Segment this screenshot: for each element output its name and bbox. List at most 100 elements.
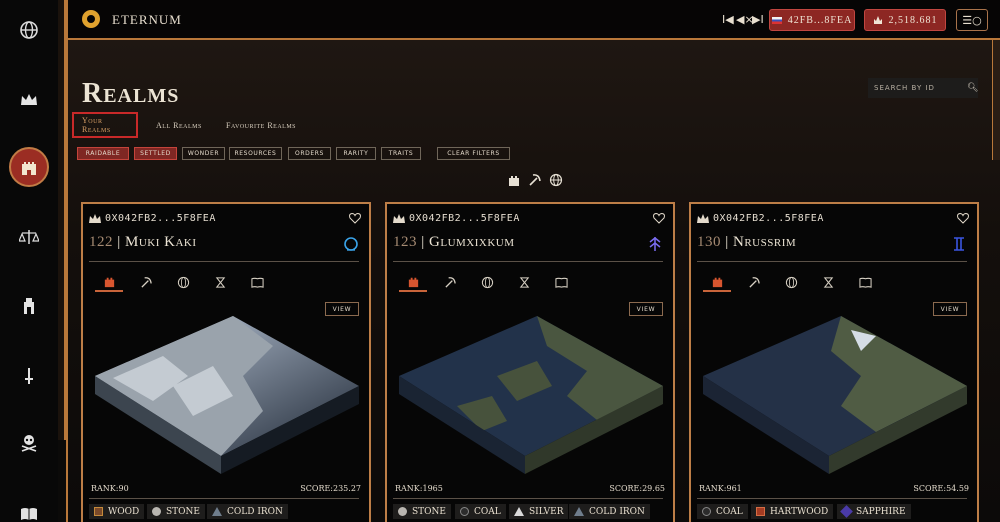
- castle-icon: [22, 162, 36, 175]
- main-scrollbar[interactable]: [992, 40, 1000, 160]
- castle-view-icon[interactable]: [507, 173, 521, 187]
- realm-id: 123: [393, 234, 417, 250]
- view-button[interactable]: VIEW: [933, 302, 967, 316]
- resource-label: COLD IRON: [227, 506, 283, 517]
- sidebar-item-bank[interactable]: [9, 217, 49, 257]
- sidebar-item-buildings[interactable]: [9, 286, 49, 326]
- filter-settled[interactable]: SETTLED: [134, 147, 177, 160]
- book-icon: [21, 508, 37, 520]
- favourite-heart-icon[interactable]: [957, 212, 969, 224]
- search-input[interactable]: [868, 78, 978, 98]
- globe-icon: [785, 276, 797, 288]
- realm-card[interactable]: 0X042FB2...5F8FEA 123 | Glumxixkum VIEW …: [385, 202, 675, 522]
- favourite-heart-icon[interactable]: [349, 212, 361, 224]
- pickaxe-icon: [444, 276, 456, 288]
- card-tab-trade[interactable]: [206, 272, 234, 292]
- castle-icon: [104, 277, 114, 287]
- top-bar: ETERNUM I◀ ◀× ▶I 42FB...8FEA 2,518.681 ☰…: [66, 0, 1000, 40]
- divider: [89, 261, 359, 262]
- resource-badge: COAL: [697, 504, 748, 519]
- realm-card[interactable]: 0X042FB2...5F8FEA 122 | Muki Kaki VIEW R…: [81, 202, 371, 522]
- wallet-button[interactable]: 42FB...8FEA: [769, 9, 855, 31]
- clear-filters-button[interactable]: CLEAR FILTERS: [437, 147, 510, 160]
- sidebar-item-raids[interactable]: [9, 422, 49, 462]
- stone-icon: [152, 507, 161, 516]
- card-tab-map[interactable]: [169, 272, 197, 292]
- pickaxe-view-icon[interactable]: [528, 173, 542, 187]
- resource-label: SAPPHIRE: [856, 506, 906, 517]
- realm-terrain-image: [95, 316, 359, 474]
- card-tab-map[interactable]: [777, 272, 805, 292]
- menu-button[interactable]: ☰○: [956, 9, 988, 31]
- pickaxe-icon: [140, 276, 152, 288]
- resource-label: WOOD: [108, 506, 140, 517]
- resource-badge: SAPPHIRE: [837, 504, 911, 519]
- card-tab-resources[interactable]: [132, 272, 160, 292]
- resource-label: COAL: [474, 506, 501, 517]
- card-tab-trade[interactable]: [510, 272, 538, 292]
- resource-badge: SILVER: [509, 504, 569, 519]
- realm-owner: 0X042FB2...5F8FEA: [105, 213, 216, 224]
- globe-view-icon[interactable]: [549, 173, 563, 187]
- sidebar-item-combat[interactable]: [9, 356, 49, 396]
- filter-traits[interactable]: TRAITS: [381, 147, 421, 160]
- filter-resources[interactable]: RESOURCES: [229, 147, 282, 160]
- realm-title: 123 | Glumxixkum: [393, 234, 515, 250]
- sword-icon: [25, 368, 33, 384]
- realm-title: 130 | Nrussrim: [697, 234, 797, 250]
- sidebar-item-world[interactable]: [9, 10, 49, 50]
- globe-icon: [481, 276, 493, 288]
- filter-orders[interactable]: ORDERS: [288, 147, 331, 160]
- app-title: ETERNUM: [112, 12, 182, 27]
- crown-icon: [697, 214, 709, 223]
- realm-title: 122 | Muki Kaki: [89, 234, 197, 250]
- filter-raidable[interactable]: RAIDABLE: [77, 147, 129, 160]
- card-tab-resources[interactable]: [436, 272, 464, 292]
- crown-icon: [89, 214, 101, 223]
- skip-back-icon[interactable]: I◀: [722, 13, 734, 26]
- card-tab-castle[interactable]: [95, 272, 123, 292]
- tab-your-realms[interactable]: Your Realms: [72, 112, 138, 138]
- card-tab-lore[interactable]: [851, 272, 879, 292]
- balance-button[interactable]: 2,518.681: [864, 9, 946, 31]
- card-tab-lore[interactable]: [547, 272, 575, 292]
- card-tab-castle[interactable]: [399, 272, 427, 292]
- sidebar-item-lords[interactable]: [9, 80, 49, 120]
- crown-icon: [393, 214, 405, 223]
- realm-rank: RANK:1965: [395, 484, 443, 493]
- book-icon: [554, 277, 568, 288]
- skull-icon: [21, 435, 37, 452]
- resource-badge: COLD IRON: [207, 504, 288, 519]
- pickaxe-icon: [748, 276, 760, 288]
- search-icon[interactable]: 🔍︎: [967, 83, 978, 93]
- realm-score: SCORE:54.59: [913, 484, 969, 493]
- castle-icon: [408, 277, 418, 287]
- view-button[interactable]: VIEW: [629, 302, 663, 316]
- resource-label: HARTWOOD: [770, 506, 829, 517]
- filter-rarity[interactable]: RARITY: [336, 147, 376, 160]
- card-tab-resources[interactable]: [740, 272, 768, 292]
- resource-badge: STONE: [147, 504, 205, 519]
- sidebar-item-realms[interactable]: [9, 147, 49, 187]
- skip-forward-icon[interactable]: ▶I: [752, 13, 764, 26]
- tab-all-realms[interactable]: All Realms: [148, 112, 210, 138]
- resource-label: COLD IRON: [589, 506, 645, 517]
- coal-icon: [702, 507, 711, 516]
- realm-score: SCORE:29.65: [609, 484, 665, 493]
- realm-name: Glumxixkum: [429, 234, 515, 250]
- hourglass-icon: [519, 276, 529, 288]
- favourite-heart-icon[interactable]: [653, 212, 665, 224]
- filter-wonder[interactable]: WONDER: [182, 147, 225, 160]
- cold-iron-icon: [212, 507, 222, 516]
- resource-label: STONE: [412, 506, 446, 517]
- card-tab-lore[interactable]: [243, 272, 271, 292]
- sidebar-item-lore[interactable]: [9, 494, 49, 522]
- tab-favourite-realms[interactable]: Favourite Realms: [218, 112, 304, 138]
- card-tab-trade[interactable]: [814, 272, 842, 292]
- scales-icon: [19, 230, 39, 244]
- card-tab-castle[interactable]: [703, 272, 731, 292]
- sidebar-scrollbar[interactable]: [58, 0, 66, 440]
- card-tab-map[interactable]: [473, 272, 501, 292]
- realm-card[interactable]: 0X042FB2...5F8FEA 130 | Nrussrim VIEW RA…: [689, 202, 979, 522]
- view-button[interactable]: VIEW: [325, 302, 359, 316]
